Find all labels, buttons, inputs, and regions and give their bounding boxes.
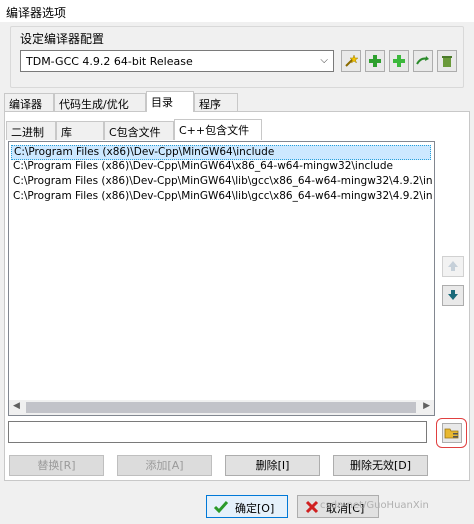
sub-tabs: 二进制 库 C包含文件 C++包含文件 <box>6 119 466 140</box>
tab-codegen[interactable]: 代码生成/优化 <box>54 93 146 112</box>
subtab-libraries[interactable]: 库 <box>56 121 104 140</box>
ok-button[interactable]: 确定[O] <box>206 495 288 518</box>
tab-label: 代码生成/优化 <box>59 98 129 111</box>
rename-arrow-icon <box>416 56 429 65</box>
add-green-icon <box>369 55 381 67</box>
tab-label: C++包含文件 <box>179 124 250 137</box>
add-plus-icon <box>393 55 405 67</box>
add-button[interactable]: 添加[A] <box>117 455 212 476</box>
rename-compiler-button[interactable] <box>413 50 433 72</box>
compiler-set-label: 设定编译器配置 <box>18 30 107 47</box>
chevron-down-icon: ⌵ <box>320 55 328 66</box>
subtab-cpp-includes[interactable]: C++包含文件 <box>174 119 262 140</box>
delete-trash-icon <box>442 56 452 67</box>
subtab-c-includes[interactable]: C包含文件 <box>104 121 174 140</box>
watermark: csdn.net/GuoHuanXin <box>320 500 429 511</box>
tab-programs[interactable]: 程序 <box>194 93 238 112</box>
tab-label: 编译器 <box>9 98 42 111</box>
wand-icon <box>345 54 358 67</box>
scrollbar-thumb[interactable] <box>26 402 416 413</box>
close-icon <box>305 500 319 514</box>
tab-label: 库 <box>61 126 72 139</box>
window-title: 编译器选项 <box>6 6 67 20</box>
compiler-set-value: TDM-GCC 4.9.2 64-bit Release <box>26 55 193 68</box>
list-item[interactable]: C:\Program Files (x86)\Dev-Cpp\MinGW64\i… <box>11 145 431 160</box>
horizontal-scrollbar[interactable]: ◀ ▶ <box>9 400 434 415</box>
wizard-button[interactable] <box>341 50 361 72</box>
list-item[interactable]: C:\Program Files (x86)\Dev-Cpp\MinGW64\x… <box>11 160 433 175</box>
move-up-button[interactable] <box>442 256 464 277</box>
tab-compiler[interactable]: 编译器 <box>4 93 54 112</box>
tab-label: 目录 <box>151 96 173 109</box>
delete-button[interactable]: 删除[I] <box>225 455 320 476</box>
tab-directories[interactable]: 目录 <box>146 91 194 112</box>
ok-label: 确定[O] <box>235 502 275 515</box>
main-tabs: 编译器 代码生成/优化 目录 程序 <box>4 91 470 112</box>
browse-highlight <box>436 418 467 448</box>
tab-label: 程序 <box>199 98 221 111</box>
delete-compiler-button[interactable] <box>437 50 457 72</box>
compiler-set-dropdown[interactable]: TDM-GCC 4.9.2 64-bit Release ⌵ <box>20 50 334 72</box>
arrow-down-icon <box>448 290 458 300</box>
directory-list[interactable]: C:\Program Files (x86)\Dev-Cpp\MinGW64\i… <box>8 141 435 416</box>
browse-folder-button[interactable] <box>442 423 462 443</box>
title-bar: 编译器选项 <box>0 0 474 22</box>
folder-icon <box>444 428 459 439</box>
list-item[interactable]: C:\Program Files (x86)\Dev-Cpp\MinGW64\l… <box>11 175 433 190</box>
delete-invalid-button[interactable]: 删除无效[D] <box>333 455 428 476</box>
list-item[interactable]: C:\Program Files (x86)\Dev-Cpp\MinGW64\l… <box>11 190 433 205</box>
add-compiler-button[interactable] <box>365 50 385 72</box>
add-blank-compiler-button[interactable] <box>389 50 409 72</box>
tab-label: C包含文件 <box>109 126 161 139</box>
arrow-up-icon <box>448 261 458 271</box>
path-input[interactable] <box>8 421 427 443</box>
scroll-left-icon[interactable]: ◀ <box>13 401 20 411</box>
scroll-right-icon[interactable]: ▶ <box>423 401 430 411</box>
move-down-button[interactable] <box>442 285 464 306</box>
tab-label: 二进制 <box>11 126 44 139</box>
replace-button[interactable]: 替换[R] <box>9 455 104 476</box>
subtab-binaries[interactable]: 二进制 <box>6 121 56 140</box>
checkmark-icon <box>213 501 229 514</box>
